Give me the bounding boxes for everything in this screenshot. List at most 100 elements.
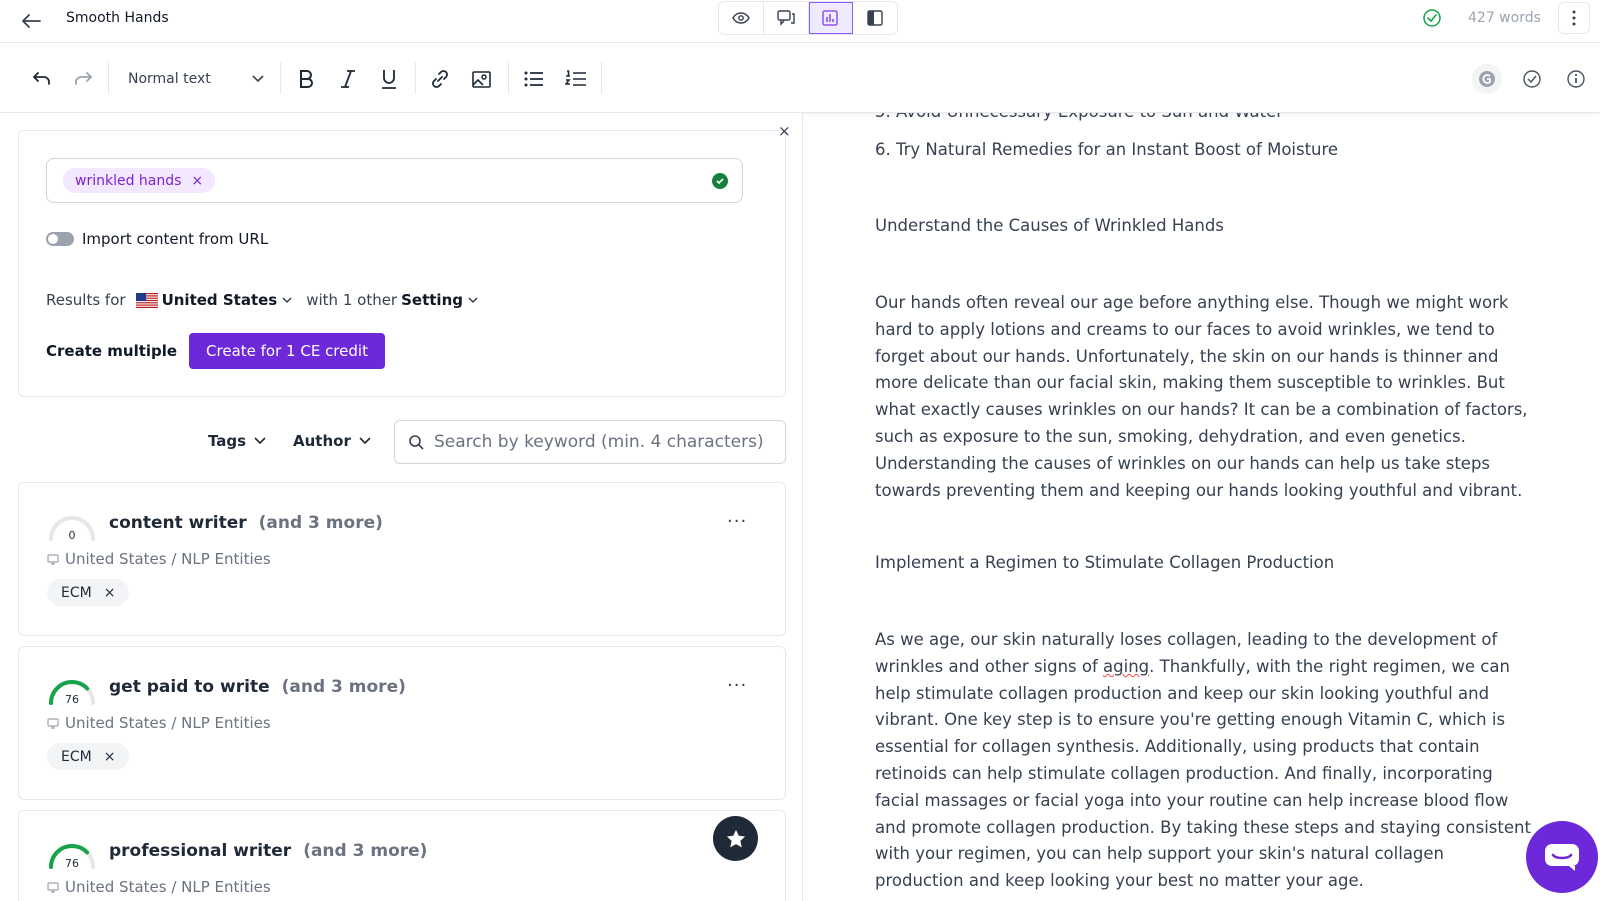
search-icon: [409, 434, 424, 450]
tag-chip: ECM ×: [47, 743, 130, 770]
import-url-toggle[interactable]: [46, 232, 74, 246]
score-gauge: 0: [49, 516, 95, 542]
info-icon[interactable]: [1561, 64, 1591, 94]
monitor-icon: [47, 717, 59, 729]
check-circle-icon[interactable]: [1517, 64, 1547, 94]
create-multiple-button[interactable]: Create multiple: [46, 342, 177, 360]
bold-icon[interactable]: [290, 63, 322, 95]
brief-meta: United States / NLP Entities: [47, 550, 271, 568]
chevron-down-icon: [282, 296, 292, 303]
content-brief-card[interactable]: 76 get paid to write (and 3 more) ··· Un…: [18, 646, 786, 800]
tag-chip-label: ECM: [61, 748, 92, 765]
toolbar-divider: [280, 62, 281, 94]
brief-keyword: get paid to write: [109, 677, 270, 697]
left-panel: wrinkled hands × Import content from URL…: [0, 113, 802, 901]
chevron-down-icon: [254, 437, 266, 445]
toolbar-divider: [108, 62, 109, 94]
text-style-value: Normal text: [128, 71, 211, 87]
brief-keyword: professional writer: [109, 841, 292, 861]
score-value: 76: [65, 693, 79, 706]
brief-keyword: content writer: [109, 513, 247, 533]
numbered-list-icon[interactable]: [560, 63, 592, 95]
undo-icon[interactable]: [26, 63, 58, 95]
results-for-row: Results for United States with 1 other S…: [46, 291, 478, 309]
underline-icon[interactable]: [373, 63, 405, 95]
import-url-label: Import content from URL: [82, 230, 269, 248]
brief-more: (and 3 more): [281, 677, 406, 697]
bullet-list-icon[interactable]: [518, 63, 550, 95]
card-menu-icon[interactable]: ···: [727, 675, 747, 696]
keyword-valid-check-icon: [712, 173, 728, 189]
document-title[interactable]: Smooth Hands: [66, 10, 169, 26]
more-options-icon[interactable]: [1558, 2, 1590, 34]
outline-item[interactable]: 6. Try Natural Remedies for an Instant B…: [875, 137, 1535, 164]
author-filter[interactable]: Author: [293, 432, 371, 450]
monitor-icon: [47, 553, 59, 565]
text-style-select[interactable]: Normal text: [128, 67, 264, 91]
paragraph-text: . Thankfully, with the right regimen, we…: [875, 656, 1531, 891]
score-gauge: 76: [49, 680, 95, 706]
chat-support-icon[interactable]: [1526, 821, 1598, 893]
country-select[interactable]: United States: [162, 291, 278, 309]
monitor-icon: [47, 881, 59, 893]
keyword-chip: wrinkled hands ×: [63, 168, 216, 193]
search-box: [394, 420, 786, 464]
create-brief-card: wrinkled hands × Import content from URL…: [18, 130, 786, 397]
preview-eye-icon[interactable]: [719, 2, 764, 34]
image-icon[interactable]: [466, 63, 498, 95]
keyword-chip-label: wrinkled hands: [75, 172, 182, 189]
remove-keyword-icon[interactable]: ×: [191, 173, 203, 189]
brief-meta-text: United States / NLP Entities: [65, 550, 271, 568]
view-mode-group: [718, 1, 898, 35]
section-heading[interactable]: Understand the Causes of Wrinkled Hands: [875, 213, 1535, 240]
redo-icon[interactable]: [67, 63, 99, 95]
search-input[interactable]: [434, 432, 774, 452]
filters-bar: Tags Author: [0, 420, 802, 464]
tags-filter-label: Tags: [208, 432, 247, 450]
outline-item[interactable]: 5. Avoid Unnecessary Exposure to Sun and…: [875, 113, 1535, 126]
toolbar-divider: [601, 62, 602, 94]
brief-title: professional writer (and 3 more): [109, 841, 427, 861]
remove-tag-icon[interactable]: ×: [104, 585, 116, 601]
score-gauge: 76: [49, 844, 95, 870]
brief-more: (and 3 more): [258, 513, 383, 533]
saved-check-icon: [1422, 8, 1442, 32]
back-arrow-icon[interactable]: [18, 8, 44, 34]
paragraph[interactable]: As we age, our skin naturally loses coll…: [875, 627, 1535, 895]
score-value: 76: [65, 857, 79, 870]
link-icon[interactable]: [424, 63, 456, 95]
comments-icon[interactable]: [764, 2, 809, 34]
sidebar-layout-icon[interactable]: [853, 2, 897, 34]
word-count: 427 words: [1468, 10, 1541, 26]
create-credit-button[interactable]: Create for 1 CE credit: [189, 333, 385, 369]
content-brief-card[interactable]: 76 professional writer (and 3 more) Unit…: [18, 810, 786, 901]
card-menu-icon[interactable]: ···: [727, 511, 747, 532]
spelling-flag[interactable]: aging: [1103, 657, 1149, 676]
format-toolbar: Normal text: [0, 43, 1600, 113]
star-icon[interactable]: [713, 816, 758, 861]
paragraph[interactable]: Our hands often reveal our age before an…: [875, 290, 1535, 504]
results-for-label: Results for: [46, 291, 126, 309]
brief-title: get paid to write (and 3 more): [109, 677, 406, 697]
tags-filter[interactable]: Tags: [208, 432, 266, 450]
section-heading[interactable]: Implement a Regimen to Stimulate Collage…: [875, 550, 1535, 577]
content-brief-card[interactable]: 0 content writer (and 3 more) ··· United…: [18, 482, 786, 636]
content-editor-analytics-icon[interactable]: [808, 2, 854, 34]
keyword-input[interactable]: wrinkled hands ×: [46, 158, 743, 203]
author-filter-label: Author: [293, 432, 351, 450]
tag-chip-label: ECM: [61, 584, 92, 601]
brief-meta-text: United States / NLP Entities: [65, 714, 271, 732]
us-flag-icon: [135, 292, 158, 308]
close-panel-icon[interactable]: ×: [778, 122, 791, 140]
toolbar-divider: [415, 62, 416, 94]
toolbar-divider: [508, 62, 509, 94]
editor-area[interactable]: 5. Avoid Unnecessary Exposure to Sun and…: [803, 113, 1600, 901]
grammarly-icon[interactable]: [1472, 64, 1502, 94]
chevron-down-icon: [468, 296, 478, 303]
brief-meta: United States / NLP Entities: [47, 878, 271, 896]
remove-tag-icon[interactable]: ×: [104, 749, 116, 765]
settings-select[interactable]: Setting: [401, 291, 463, 309]
brief-meta: United States / NLP Entities: [47, 714, 271, 732]
brief-meta-text: United States / NLP Entities: [65, 878, 271, 896]
italic-icon[interactable]: [332, 63, 364, 95]
